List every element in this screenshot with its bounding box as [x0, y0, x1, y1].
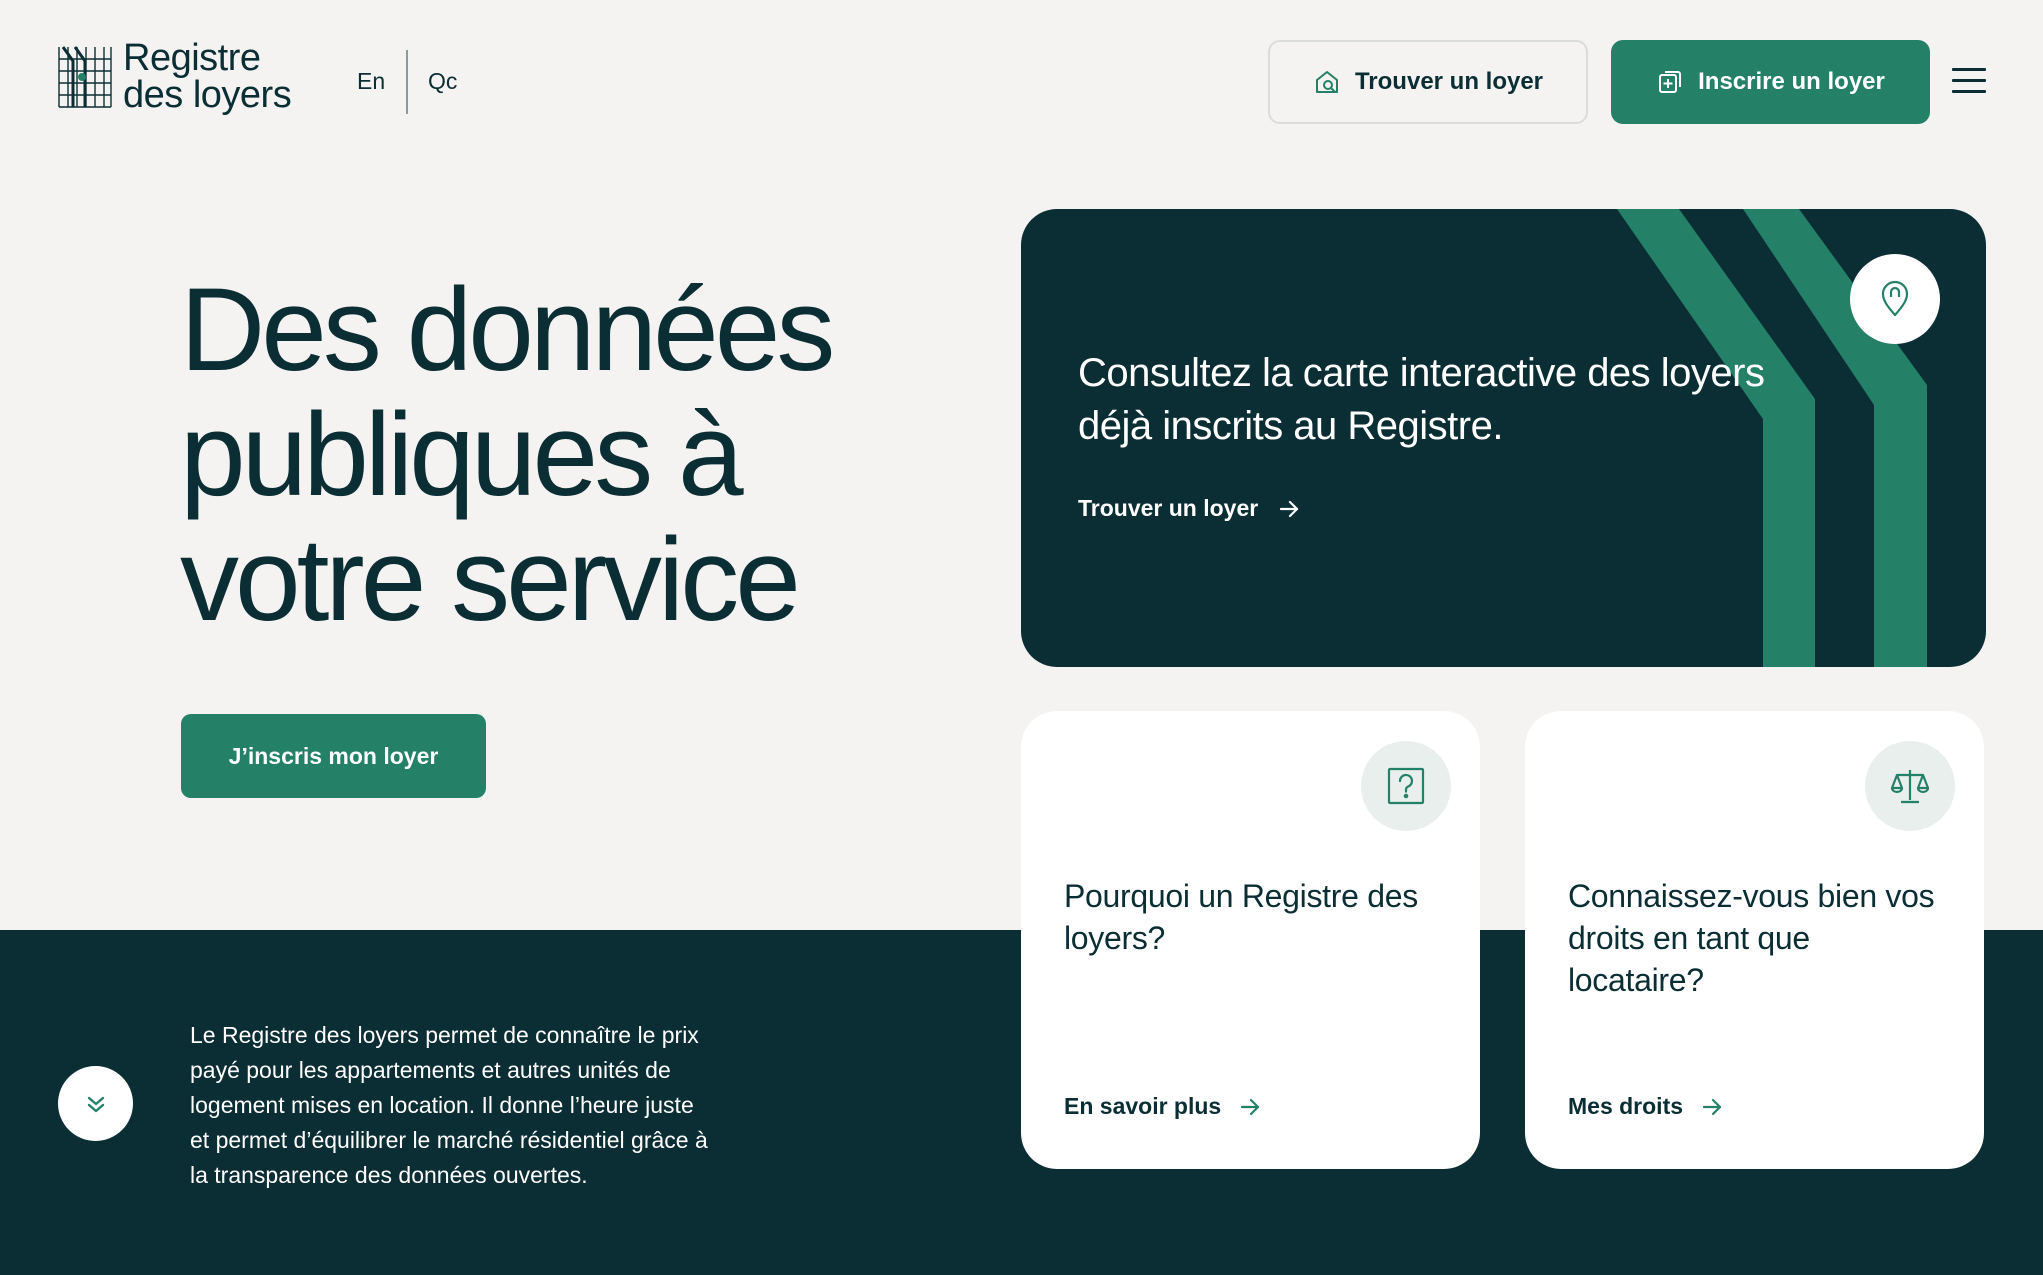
lang-en-link[interactable]: En: [357, 68, 385, 95]
house-search-icon: [1315, 71, 1338, 93]
logo[interactable]: Registre des loyers: [57, 37, 292, 116]
learn-more-link[interactable]: En savoir plus: [1064, 1093, 1261, 1120]
question-icon: [1387, 767, 1425, 805]
hero-title-line3: votre service: [180, 514, 801, 646]
tenant-rights-title: Connaissez-vous bien vos droits en tant …: [1568, 878, 1935, 998]
hamburger-menu-icon[interactable]: [1952, 68, 1986, 94]
scales-icon-circle: [1865, 741, 1955, 831]
map-card-title: Consultez la carte interactive des loyer…: [1078, 351, 1765, 448]
register-rent-button[interactable]: Inscrire un loyer: [1611, 40, 1930, 124]
arrow-right-icon: [1280, 500, 1299, 517]
logo-line2: des loyers: [123, 74, 292, 116]
add-document-icon: [1659, 71, 1682, 93]
arrow-right-icon: [1702, 1098, 1722, 1115]
map-card-link-label: Trouver un loyer: [1078, 495, 1259, 521]
scroll-down-button[interactable]: [58, 1066, 133, 1141]
my-rights-link[interactable]: Mes droits: [1568, 1093, 1723, 1120]
map-pin-button[interactable]: [1850, 254, 1940, 344]
scales-icon: [1890, 770, 1930, 804]
question-icon-circle: [1361, 741, 1451, 831]
my-rights-label: Mes droits: [1568, 1093, 1684, 1119]
find-rent-button[interactable]: Trouver un loyer: [1268, 40, 1588, 124]
double-chevron-down-icon: [87, 1096, 104, 1112]
hero-title-line1: Des données: [180, 264, 835, 396]
learn-more-label: En savoir plus: [1064, 1093, 1222, 1119]
lang-divider: [406, 50, 408, 114]
register-rent-label: Inscrire un loyer: [1698, 68, 1885, 95]
intro-paragraph: Le Registre des loyers permet de connaît…: [190, 1022, 708, 1188]
register-my-rent-button[interactable]: J’inscris mon loyer: [181, 714, 486, 798]
map-card[interactable]: Consultez la carte interactive des loyer…: [1021, 209, 1986, 667]
logo-line1: Registre: [123, 37, 261, 79]
map-card-link[interactable]: Trouver un loyer: [1078, 495, 1300, 522]
tenant-rights-card[interactable]: Connaissez-vous bien vos droits en tant …: [1525, 711, 1984, 1169]
logo-text: Registre des loyers: [123, 37, 292, 116]
why-registry-title: Pourquoi un Registre des loyers?: [1064, 878, 1418, 956]
hero-title: Des données publiques à votre service: [180, 268, 840, 643]
why-registry-card[interactable]: Pourquoi un Registre des loyers? En savo…: [1021, 711, 1480, 1169]
hero-title-line2: publiques à: [180, 389, 744, 521]
find-rent-label: Trouver un loyer: [1354, 68, 1544, 95]
arrow-right-icon: [1241, 1098, 1260, 1115]
lang-qc-link[interactable]: Qc: [428, 68, 457, 95]
map-pin-icon: [1881, 280, 1909, 317]
logo-grid-icon: [58, 46, 112, 108]
